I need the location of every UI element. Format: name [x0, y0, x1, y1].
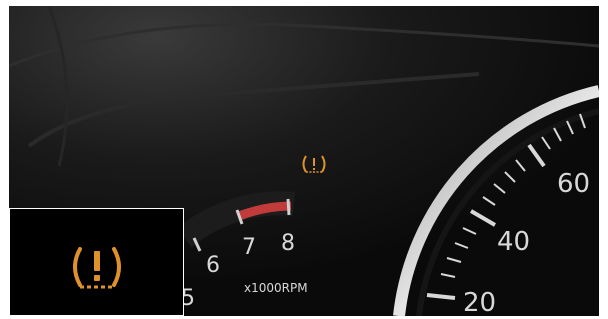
- speed-label-20: 20: [463, 288, 496, 316]
- tach-label-6: 6: [206, 253, 220, 278]
- tach-unit-label: x1000RPM: [244, 281, 308, 295]
- tach-label-7: 7: [242, 235, 256, 260]
- speed-label-60: 60: [557, 169, 590, 199]
- tach-label-8: 8: [281, 231, 295, 256]
- tire-pressure-warning-icon: [73, 247, 121, 289]
- speed-label-40: 40: [497, 227, 530, 257]
- tach-tick: [286, 198, 291, 216]
- warning-icon-inset: [9, 208, 184, 316]
